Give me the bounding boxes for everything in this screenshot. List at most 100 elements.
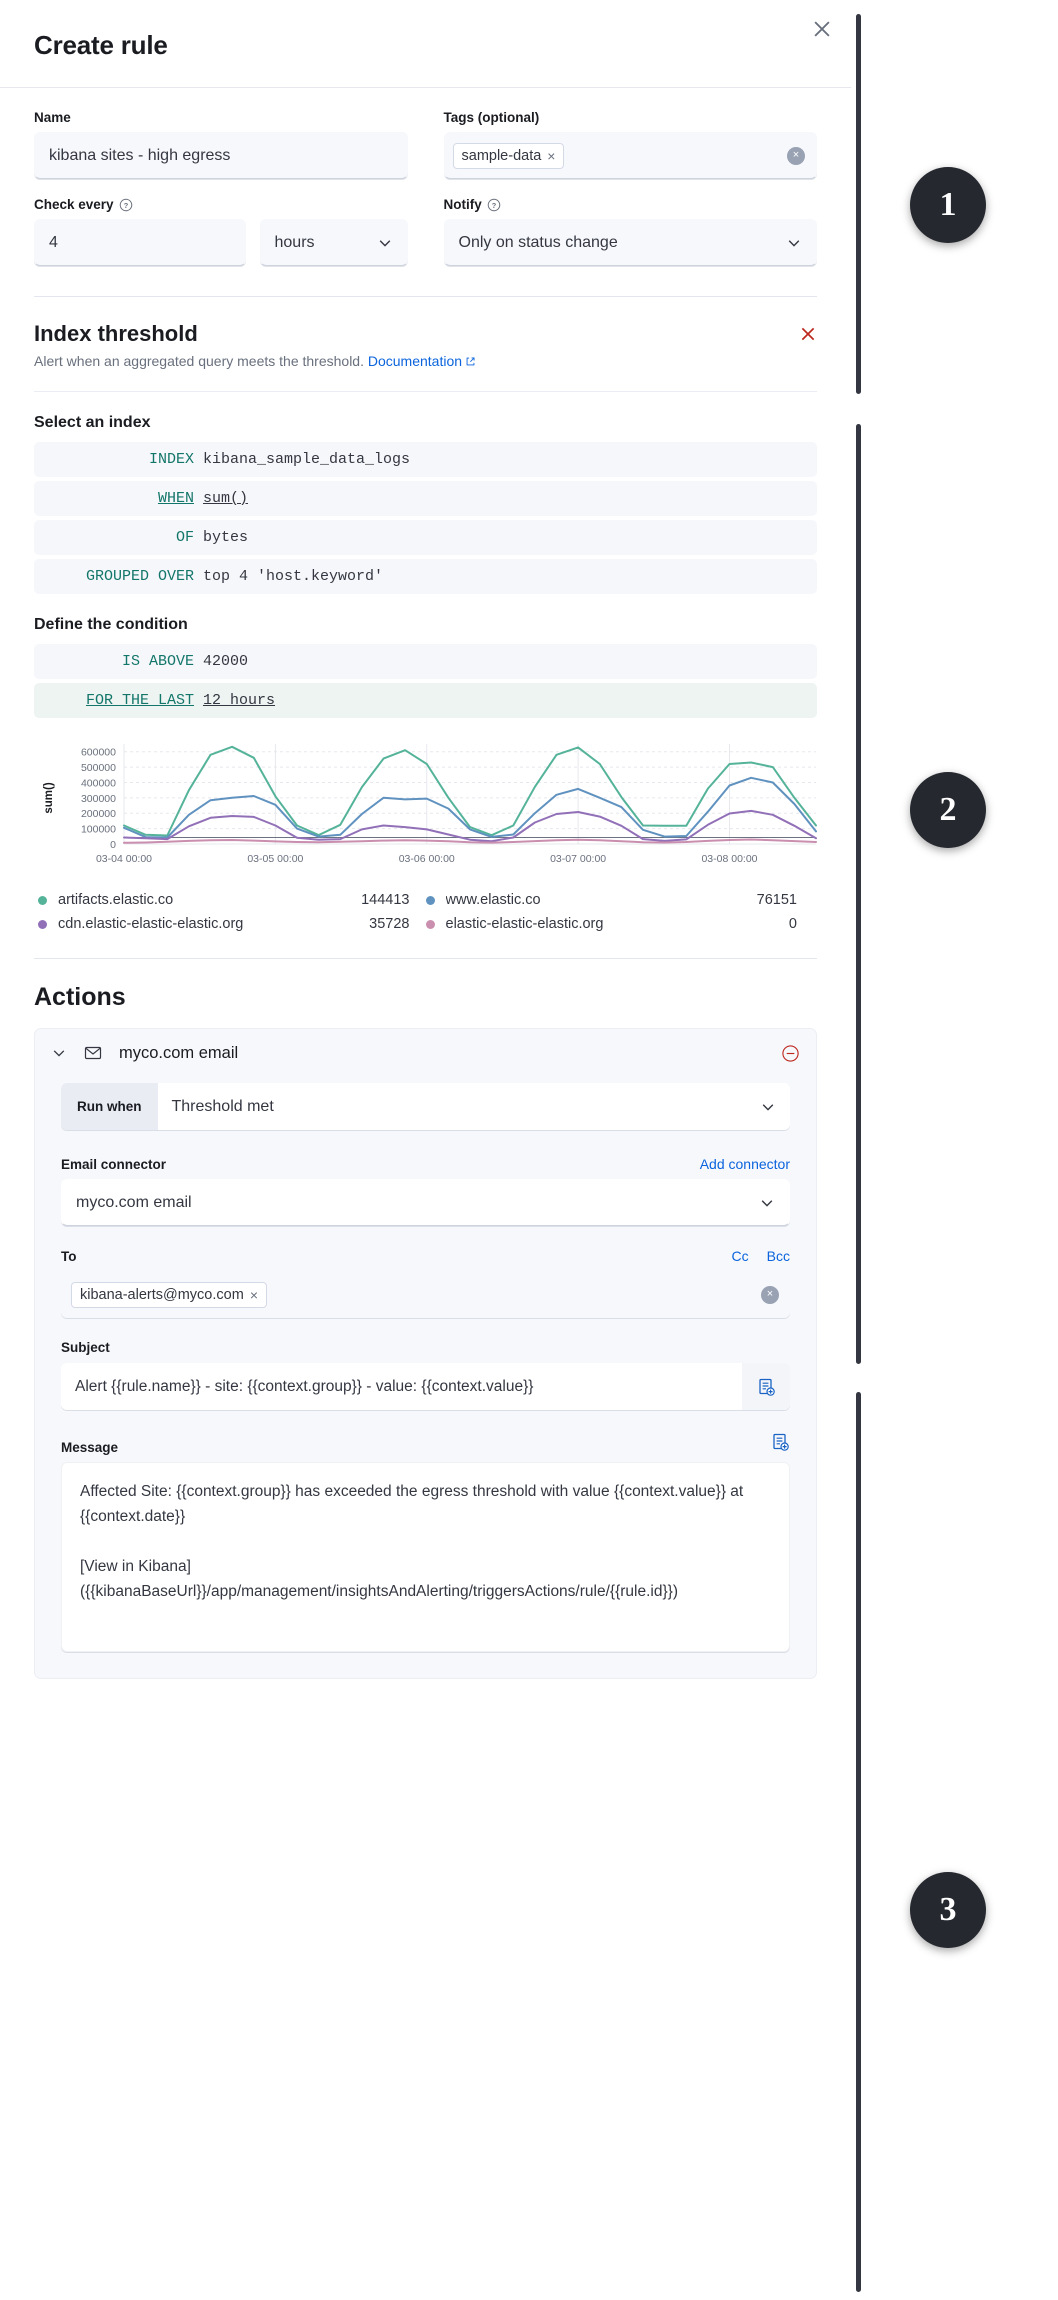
- tags-label: Tags (optional): [444, 110, 818, 125]
- tags-clear-icon[interactable]: ×: [787, 147, 805, 165]
- scroll-rail-2[interactable]: [856, 424, 861, 1364]
- svg-text:500000: 500000: [81, 762, 116, 774]
- notify-value: Only on status change: [459, 234, 618, 252]
- legend-color-dot: [38, 896, 47, 905]
- tags-input[interactable]: sample-data × ×: [444, 132, 818, 179]
- recipient-remove-icon[interactable]: ×: [250, 1287, 258, 1303]
- legend-item[interactable]: www.elastic.co76151: [426, 888, 814, 912]
- condition-keyword: IS ABOVE: [48, 653, 194, 670]
- expression-value[interactable]: bytes: [203, 529, 248, 546]
- run-when-select[interactable]: Threshold met: [158, 1083, 791, 1130]
- check-every-group: Check every ? 4 hours: [34, 197, 408, 266]
- tag-pill[interactable]: sample-data ×: [453, 143, 565, 169]
- condition-keyword[interactable]: FOR THE LAST: [48, 692, 194, 709]
- expression-keyword[interactable]: WHEN: [48, 490, 194, 507]
- svg-text:?: ?: [123, 200, 128, 209]
- actions-section: Actions myco.com email Run when Thr: [0, 959, 851, 1679]
- help-icon[interactable]: ?: [487, 198, 501, 212]
- name-input-value: kibana sites - high egress: [49, 147, 230, 165]
- run-when-value: Threshold met: [172, 1098, 274, 1116]
- check-every-unit-select[interactable]: hours: [260, 219, 408, 266]
- minus-circle-icon[interactable]: [781, 1044, 800, 1063]
- expression-row[interactable]: OF bytes: [34, 520, 817, 555]
- svg-text:sum(): sum(): [43, 782, 55, 813]
- documentation-link-text: Documentation: [368, 353, 462, 369]
- scroll-rail-1[interactable]: [856, 14, 861, 394]
- create-rule-flyout: Create rule Name kibana sites - high egr…: [0, 0, 851, 2300]
- define-condition-title: Define the condition: [34, 616, 817, 634]
- svg-text:100000: 100000: [81, 824, 116, 836]
- chevron-down-icon[interactable]: [51, 1045, 67, 1061]
- notify-select[interactable]: Only on status change: [444, 219, 818, 266]
- cc-link[interactable]: Cc: [732, 1248, 749, 1264]
- check-every-label: Check every ?: [34, 197, 408, 212]
- check-every-value: 4: [49, 234, 58, 252]
- message-label: Message: [61, 1440, 118, 1455]
- add-connector-link[interactable]: Add connector: [700, 1156, 790, 1172]
- chevron-down-icon: [759, 1195, 775, 1211]
- message-label-row: Message: [61, 1432, 790, 1455]
- subject-add-variable-button[interactable]: [742, 1363, 790, 1410]
- svg-text:600000: 600000: [81, 747, 116, 759]
- notify-label-text: Notify: [444, 197, 482, 212]
- remove-condition-icon[interactable]: [799, 325, 817, 343]
- expression-row[interactable]: INDEX kibana_sample_data_logs: [34, 442, 817, 477]
- tag-label: sample-data: [462, 148, 542, 164]
- recipient-pill[interactable]: kibana-alerts@myco.com ×: [71, 1282, 267, 1308]
- condition-value[interactable]: 12 hours: [203, 692, 275, 709]
- step-badge-3-label: 3: [940, 1891, 957, 1929]
- legend-item[interactable]: cdn.elastic-elastic-elastic.org35728: [38, 912, 426, 936]
- expression-value[interactable]: top 4 'host.keyword': [203, 568, 383, 585]
- rule-details-form: Name kibana sites - high egress Tags (op…: [0, 88, 851, 296]
- legend-item[interactable]: artifacts.elastic.co 144413: [38, 888, 426, 912]
- index-threshold-description-text: Alert when an aggregated query meets the…: [34, 353, 364, 369]
- documentation-link[interactable]: Documentation: [368, 353, 476, 369]
- legend-color-dot: [38, 920, 47, 929]
- expression-keyword: INDEX: [48, 451, 194, 468]
- expression-value[interactable]: sum(): [203, 490, 248, 507]
- legend-color-dot: [426, 920, 435, 929]
- message-textarea[interactable]: Affected Site: {{context.group}} has exc…: [61, 1462, 790, 1652]
- to-clear-icon[interactable]: ×: [761, 1286, 779, 1304]
- tag-remove-icon[interactable]: ×: [547, 148, 555, 164]
- step-badge-2: 2: [910, 772, 986, 848]
- subject-row: Alert {{rule.name}} - site: {{context.gr…: [61, 1363, 790, 1410]
- email-connector-select[interactable]: myco.com email: [61, 1179, 790, 1226]
- expression-value[interactable]: kibana_sample_data_logs: [203, 451, 410, 468]
- bcc-link[interactable]: Bcc: [767, 1248, 790, 1264]
- expression-keyword: OF: [48, 529, 194, 546]
- svg-text:?: ?: [492, 200, 497, 209]
- page-title: Create rule: [34, 30, 817, 61]
- subject-input[interactable]: Alert {{rule.name}} - site: {{context.gr…: [61, 1363, 742, 1410]
- select-index-title: Select an index: [34, 414, 817, 432]
- notify-group: Notify ? Only on status change: [444, 197, 818, 266]
- email-connector-value: myco.com email: [76, 1194, 192, 1212]
- legend-series-name: artifacts.elastic.co: [58, 892, 173, 908]
- step-badge-1: 1: [910, 167, 986, 243]
- expression-row[interactable]: GROUPED OVER top 4 'host.keyword': [34, 559, 817, 594]
- to-label-row: To Cc Bcc: [61, 1248, 790, 1264]
- legend-item[interactable]: elastic-elastic-elastic.org0: [426, 912, 814, 936]
- name-input[interactable]: kibana sites - high egress: [34, 132, 408, 179]
- name-field-group: Name kibana sites - high egress: [34, 110, 408, 179]
- to-input[interactable]: kibana-alerts@myco.com × ×: [61, 1271, 790, 1318]
- condition-row[interactable]: FOR THE LAST 12 hours: [34, 683, 817, 718]
- recipient-label: kibana-alerts@myco.com: [80, 1287, 244, 1303]
- legend-series-name: cdn.elastic-elastic-elastic.org: [58, 916, 243, 932]
- check-every-input[interactable]: 4: [34, 219, 246, 266]
- action-card-header[interactable]: myco.com email: [35, 1029, 816, 1077]
- close-icon[interactable]: [811, 18, 833, 40]
- actions-title: Actions: [34, 983, 817, 1012]
- scroll-rail-3[interactable]: [856, 1392, 861, 2292]
- step-badge-1-label: 1: [940, 186, 957, 224]
- expression-row[interactable]: WHEN sum(): [34, 481, 817, 516]
- condition-row[interactable]: IS ABOVE 42000: [34, 644, 817, 679]
- svg-text:400000: 400000: [81, 777, 116, 789]
- help-icon[interactable]: ?: [119, 198, 133, 212]
- condition-value[interactable]: 42000: [203, 653, 248, 670]
- threshold-preview-chart: 010000020000030000040000050000060000003-…: [34, 736, 817, 936]
- action-card: myco.com email Run when Threshold met: [34, 1028, 817, 1679]
- chart-legend: artifacts.elastic.co 144413www.elastic.co…: [38, 888, 813, 936]
- message-add-variable-icon[interactable]: [770, 1432, 790, 1452]
- legend-series-value: 144413: [361, 892, 425, 908]
